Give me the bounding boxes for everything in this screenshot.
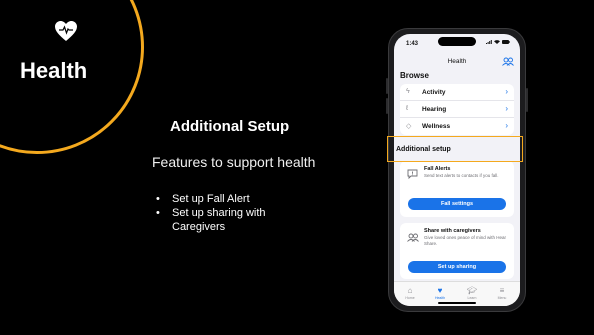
signal-icon — [486, 40, 492, 44]
slide-title: Additional Setup — [170, 118, 290, 135]
status-icons — [486, 40, 510, 44]
browse-header: Browse — [400, 71, 429, 80]
tab-home[interactable]: ⌂ Home — [400, 286, 420, 300]
bullet-item: • Set up sharing with Caregivers — [156, 207, 266, 233]
message-alert-icon — [407, 169, 418, 179]
nav-bar: Health — [394, 54, 520, 68]
status-bar: 1:43 — [394, 34, 520, 50]
browse-item-wellness[interactable]: ◇ Wellness › — [400, 118, 514, 135]
ear-icon: ℓ — [406, 105, 409, 112]
status-time: 1:43 — [406, 41, 419, 47]
slide-subtitle: Features to support health — [152, 154, 316, 170]
people-icon[interactable] — [502, 57, 514, 66]
wifi-icon — [494, 40, 500, 44]
activity-icon: ϟ — [406, 88, 410, 95]
browse-card: ϟ Activity › ℓ Hearing › ◇ Wellness › — [400, 84, 514, 135]
tab-menu[interactable]: ≡ Menu — [492, 286, 512, 300]
tab-health[interactable]: ♥ Health — [430, 286, 450, 300]
phone-screen: 1:43 Health Browse ϟ Activity › ℓ Hearin… — [394, 34, 520, 306]
people-icon — [407, 233, 419, 242]
browse-item-hearing[interactable]: ℓ Hearing › — [400, 101, 514, 118]
menu-icon: ≡ — [499, 286, 505, 295]
heart-pulse-icon — [54, 20, 78, 42]
fall-settings-button[interactable]: Fall settings — [408, 198, 506, 210]
browse-item-activity[interactable]: ϟ Activity › — [400, 84, 514, 101]
phone-mockup: 1:43 Health Browse ϟ Activity › ℓ Hearin… — [388, 28, 526, 312]
fall-alerts-card: Fall Alerts Send text alerts to contacts… — [400, 161, 514, 217]
chevron-right-icon: › — [505, 104, 508, 113]
brand-title: Health — [20, 58, 88, 83]
battery-icon — [502, 40, 510, 44]
fall-alerts-title: Fall Alerts — [424, 166, 451, 172]
caregivers-description: Give loved ones peace of mind with Hear … — [424, 235, 507, 246]
fall-alerts-description: Send text alerts to contacts if you fall… — [424, 173, 499, 178]
home-icon: ⌂ — [407, 286, 413, 295]
caregivers-title: Share with caregivers — [424, 228, 481, 234]
tab-learn[interactable]: 🎓︎ Learn — [462, 286, 482, 300]
bullet-item: • Set up Fall Alert — [156, 193, 250, 205]
slide: Health Additional Setup Features to supp… — [0, 0, 594, 335]
chevron-right-icon: › — [505, 87, 508, 96]
heart-icon: ♥ — [437, 286, 443, 295]
chevron-right-icon: › — [505, 121, 508, 130]
graduation-cap-icon: 🎓︎ — [466, 286, 478, 295]
wellness-icon: ◇ — [406, 123, 412, 130]
bullet-list: • Set up Fall Alert • Set up sharing with … — [152, 192, 372, 234]
power-button — [526, 88, 528, 112]
notch — [438, 37, 476, 46]
set-up-sharing-button[interactable]: Set up sharing — [408, 261, 506, 273]
tab-bar: ⌂ Home ♥ Health 🎓︎ Learn ≡ Menu — [394, 281, 520, 306]
home-indicator — [438, 302, 476, 304]
caregivers-card: Share with caregivers Give loved ones pe… — [400, 223, 514, 279]
additional-setup-highlight — [387, 136, 523, 162]
